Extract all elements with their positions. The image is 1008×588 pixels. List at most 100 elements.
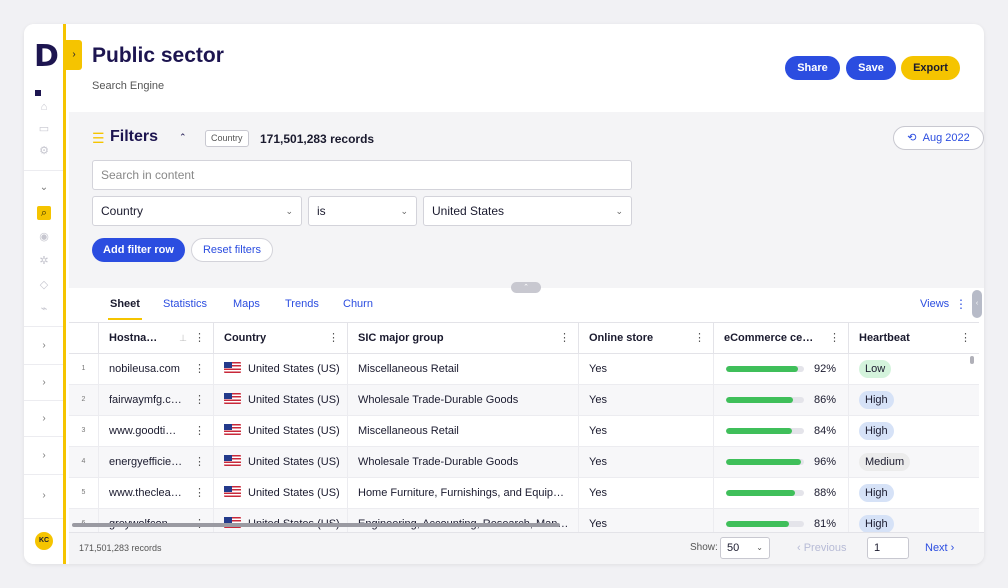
- column-header-online-store[interactable]: Online store ⋮: [579, 323, 714, 353]
- column-header-sic[interactable]: SIC major group ⋮: [348, 323, 579, 353]
- cell-ecommerce: 96%: [714, 447, 849, 477]
- date-button[interactable]: ⟲ Aug 2022: [893, 126, 984, 150]
- us-flag-icon: [224, 424, 241, 435]
- search-icon[interactable]: ⌕: [37, 206, 51, 220]
- progress-bar: [726, 459, 804, 465]
- cell-ecommerce: 88%: [714, 478, 849, 508]
- avatar[interactable]: KC: [35, 532, 53, 550]
- sidebar-toggle-button[interactable]: ›: [66, 40, 82, 70]
- side-panel-toggle[interactable]: ‹: [972, 290, 982, 318]
- column-header-ecommerce[interactable]: eCommerce ce… ⋮: [714, 323, 849, 353]
- more-vertical-icon[interactable]: ⋮: [194, 478, 205, 508]
- table-row[interactable]: 2 fairwaymfg.c… ⋮ United States (US) Wholesa…: [69, 385, 979, 416]
- filter-chip-country[interactable]: Country: [205, 130, 249, 147]
- settings-icon[interactable]: ⚙: [37, 144, 51, 158]
- page-size-select[interactable]: 50 ⌄: [720, 537, 770, 559]
- table-row[interactable]: 3 www.goodti… ⋮ United States (US) Miscellan…: [69, 416, 979, 447]
- records-count: 171,501,283 records: [260, 132, 375, 146]
- cell-country: United States (US): [214, 416, 348, 446]
- diamond-icon[interactable]: ◇: [37, 278, 51, 292]
- folder-icon[interactable]: ▭: [37, 122, 51, 136]
- table-row[interactable]: 1 nobileusa.com ⋮ United States (US) Miscell…: [69, 354, 979, 385]
- us-flag-icon: [224, 362, 241, 373]
- tab-statistics[interactable]: Statistics: [163, 298, 207, 310]
- progress-bar: [726, 521, 804, 527]
- chevron-right-icon[interactable]: ›: [38, 377, 50, 389]
- cell-heartbeat: Medium: [849, 447, 979, 477]
- column-header-country[interactable]: Country ⋮: [214, 323, 348, 353]
- row-number: 3: [69, 416, 99, 446]
- filter-value-select[interactable]: United States ⌄: [423, 196, 632, 226]
- column-header-hostname[interactable]: Hostna… ⊥ ⋮: [99, 323, 214, 353]
- filter-field-select[interactable]: Country ⌄: [92, 196, 302, 226]
- more-vertical-icon[interactable]: ⋮: [559, 323, 570, 353]
- status-badge: Medium: [859, 453, 911, 471]
- app-window: D ⌂ ▭ ⚙ ⌄ ⌕ ◉ ✲ ◇ ⌁ › › › › › KC › Publi…: [24, 24, 984, 564]
- search-input[interactable]: Search in content: [92, 160, 632, 190]
- page-number-input[interactable]: 1: [867, 537, 909, 559]
- cell-hostname[interactable]: www.theclea… ⋮: [99, 478, 214, 508]
- share-button[interactable]: Share: [785, 56, 840, 80]
- collapse-handle[interactable]: ⌃: [511, 282, 541, 293]
- chevron-right-icon[interactable]: ›: [38, 450, 50, 462]
- export-button[interactable]: Export: [901, 56, 960, 80]
- logo: D: [34, 42, 63, 102]
- chevron-down-icon: ⌄: [756, 543, 763, 552]
- progress-bar: [726, 428, 804, 434]
- cell-online-store: Yes: [579, 416, 714, 446]
- us-flag-icon: [224, 486, 241, 497]
- tab-trends[interactable]: Trends: [285, 298, 319, 310]
- more-vertical-icon[interactable]: ⋮: [328, 323, 339, 353]
- cell-hostname[interactable]: www.goodti… ⋮: [99, 416, 214, 446]
- table-row[interactable]: 4 energyefficie… ⋮ United States (US) Wholes…: [69, 447, 979, 478]
- more-vertical-icon[interactable]: ⋮: [960, 323, 971, 353]
- cell-hostname[interactable]: fairwaymfg.c… ⋮: [99, 385, 214, 415]
- row-number: 5: [69, 478, 99, 508]
- reset-filters-button[interactable]: Reset filters: [191, 238, 273, 262]
- more-vertical-icon[interactable]: ⋮: [955, 297, 967, 311]
- next-page-button[interactable]: Next ›: [925, 542, 954, 554]
- eye-icon[interactable]: ◉: [37, 230, 51, 244]
- column-header-heartbeat[interactable]: Heartbeat ⋮: [849, 323, 979, 353]
- tab-churn[interactable]: Churn: [343, 298, 373, 310]
- tab-maps[interactable]: Maps: [233, 298, 260, 310]
- puzzle-icon[interactable]: ✲: [37, 254, 51, 268]
- add-filter-row-button[interactable]: Add filter row: [92, 238, 185, 262]
- filters-title[interactable]: Filters: [110, 128, 158, 146]
- rownum-header: [69, 323, 99, 353]
- more-vertical-icon[interactable]: ⋮: [194, 416, 205, 446]
- cell-ecommerce: 86%: [714, 385, 849, 415]
- chevron-right-icon[interactable]: ›: [38, 490, 50, 502]
- chevron-right-icon[interactable]: ›: [38, 340, 50, 352]
- tab-sheet[interactable]: Sheet: [110, 298, 140, 310]
- horizontal-scrollbar[interactable]: [72, 523, 560, 527]
- filter-operator-select[interactable]: is ⌄: [308, 196, 417, 226]
- cell-heartbeat: High: [849, 478, 979, 508]
- views-button[interactable]: Views: [920, 298, 949, 310]
- chevron-down-icon[interactable]: ⌄: [38, 182, 50, 194]
- cell-heartbeat: High: [849, 416, 979, 446]
- cell-online-store: Yes: [579, 385, 714, 415]
- cell-hostname[interactable]: energyefficie… ⋮: [99, 447, 214, 477]
- save-button[interactable]: Save: [846, 56, 896, 80]
- table-row[interactable]: 5 www.theclea… ⋮ United States (US) Home Fur…: [69, 478, 979, 509]
- more-vertical-icon[interactable]: ⋮: [194, 385, 205, 415]
- cell-hostname[interactable]: nobileusa.com ⋮: [99, 354, 214, 384]
- chevron-up-icon[interactable]: ⌃: [179, 132, 187, 143]
- vertical-scrollbar[interactable]: [970, 356, 974, 364]
- cell-sic: Miscellaneous Retail: [348, 354, 579, 384]
- progress-bar: [726, 490, 804, 496]
- more-vertical-icon[interactable]: ⋮: [829, 323, 840, 353]
- more-vertical-icon[interactable]: ⋮: [194, 447, 205, 477]
- more-vertical-icon[interactable]: ⋮: [194, 323, 205, 353]
- cell-country: United States (US): [214, 447, 348, 477]
- more-vertical-icon[interactable]: ⋮: [694, 323, 705, 353]
- us-flag-icon: [224, 393, 241, 404]
- previous-page-button[interactable]: ‹ Previous: [797, 542, 847, 554]
- plug-icon[interactable]: ⌁: [37, 302, 51, 316]
- status-badge: High: [859, 515, 894, 533]
- chevron-right-icon[interactable]: ›: [38, 413, 50, 425]
- more-vertical-icon[interactable]: ⋮: [194, 354, 205, 384]
- home-icon[interactable]: ⌂: [37, 100, 51, 114]
- pin-icon[interactable]: ⊥: [179, 323, 187, 353]
